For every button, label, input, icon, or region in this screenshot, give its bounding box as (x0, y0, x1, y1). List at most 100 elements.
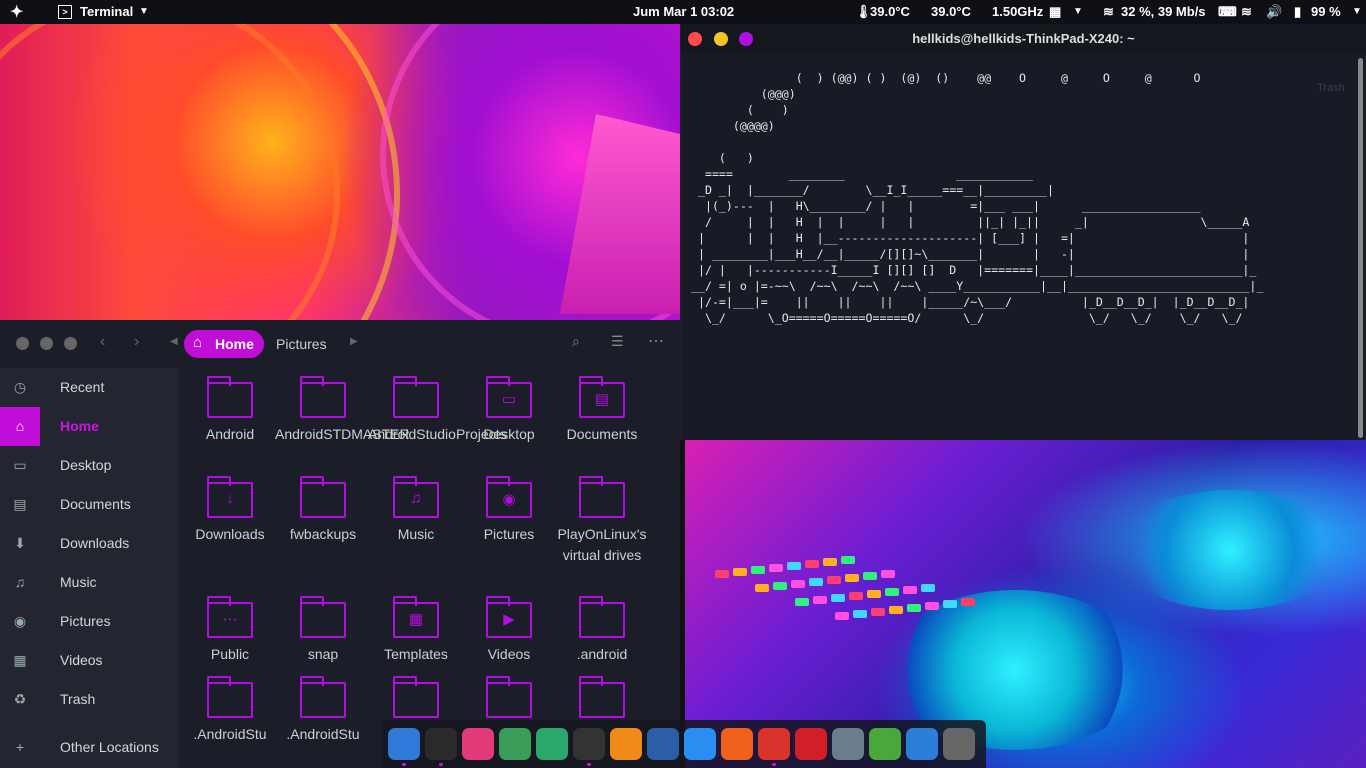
folder-item[interactable]: .AndroidStu (275, 668, 371, 745)
power-chevron-icon[interactable]: ▼ (1352, 6, 1362, 17)
sidebar-item-documents[interactable]: ▤ Documents (0, 485, 178, 524)
terminal-titlebar[interactable]: hellkids@hellkids-ThinkPad-X240: ~ (681, 24, 1366, 54)
folder-item[interactable]: .AndroidStu (182, 668, 278, 745)
folder-icon: ♫ (393, 476, 439, 518)
back-icon[interactable]: ‹ (100, 333, 105, 351)
temp-reading-2[interactable]: 39.0°C (931, 4, 971, 19)
path-next-icon[interactable]: ▶ (350, 336, 358, 347)
app-store-icon[interactable] (684, 728, 716, 760)
path-pictures-label: Pictures (276, 336, 327, 352)
mixer-pad (795, 598, 809, 606)
wifi-status-icon[interactable]: ≋ (1241, 4, 1252, 20)
folder-icon: ⋯ (207, 596, 253, 638)
net-speed[interactable]: 32 %, 39 Mb/s (1121, 4, 1206, 19)
folder-item[interactable]: ♫ Music (368, 468, 464, 545)
folder-glyph: ◉ (502, 491, 516, 508)
terminal-icon[interactable] (425, 728, 457, 760)
path-pictures-button[interactable]: Pictures (266, 330, 346, 358)
folder-item[interactable]: ▦ Templates (368, 588, 464, 665)
clock[interactable]: Jum Mar 1 03:02 (633, 4, 734, 19)
sidebar-item-other-locations[interactable]: + Other Locations (0, 728, 178, 767)
folder-name: .AndroidStu (193, 726, 267, 742)
forward-icon[interactable]: › (134, 333, 139, 351)
folder-item[interactable] (461, 668, 557, 724)
folder-name: AndroidSTDMASTER (275, 426, 410, 442)
terminal-scrollbar[interactable] (1358, 58, 1363, 438)
screenshot-icon[interactable] (832, 728, 864, 760)
opera-icon[interactable] (795, 728, 827, 760)
firefox-icon[interactable] (721, 728, 753, 760)
path-home-button[interactable]: ⌂ Home (184, 330, 264, 358)
finder-icon[interactable] (388, 728, 420, 760)
file-manager-window[interactable]: ‹ › ◀ ⌂ Home Pictures ▶ ⌕ ☰ ⋯ ◷ Recent ⌂ Ho… (0, 320, 680, 768)
terminal-window[interactable]: hellkids@hellkids-ThinkPad-X240: ~ Trash… (680, 24, 1366, 440)
battery-icon[interactable]: ▮ (1294, 4, 1301, 20)
folder-icon (300, 376, 346, 418)
list-view-icon[interactable]: ☰ (611, 333, 624, 350)
folder-item[interactable]: AndroidSTDMASTER (275, 368, 410, 445)
folder-item[interactable]: AndroidStudioProjects (368, 368, 507, 445)
browser-icon[interactable] (647, 728, 679, 760)
cpu-freq[interactable]: 1.50GHz (992, 4, 1043, 19)
minimize-button[interactable] (40, 337, 53, 350)
sidebar-item-desktop[interactable]: ▭ Desktop (0, 446, 178, 485)
sidebar-item-home[interactable]: ⌂ Home (0, 407, 178, 446)
freq-chevron-icon[interactable]: ▼ (1073, 6, 1083, 17)
folder-item[interactable]: .android (554, 588, 650, 665)
mixer-pad (755, 584, 769, 592)
keyboard-icon[interactable]: ⌨ (1218, 4, 1237, 20)
folder-name: Public (210, 646, 250, 662)
folder-item[interactable]: ▤ Documents (554, 368, 650, 445)
volume-icon[interactable]: 🔊 (1266, 4, 1282, 20)
mixer-pad (733, 568, 747, 576)
mixer-pad (841, 556, 855, 564)
temp-reading-1[interactable]: 39.0°C (870, 4, 910, 19)
itunes-icon[interactable] (462, 728, 494, 760)
search-icon[interactable]: ⌕ (572, 333, 580, 350)
sidebar-item-trash[interactable]: ♻ Trash (0, 680, 178, 719)
android-studio-icon[interactable] (499, 728, 531, 760)
close-button[interactable] (16, 337, 29, 350)
terminal-output[interactable]: ( ) (@@) ( ) (@) () @@ O @ O @ O (@@@) (… (691, 70, 1263, 326)
menu-icon[interactable]: ⋯ (648, 331, 664, 351)
app-menu-chevron-icon[interactable]: ▼ (139, 6, 149, 17)
compass-icon[interactable] (573, 728, 605, 760)
activities-icon[interactable]: ✦ (10, 2, 23, 22)
folder-item[interactable] (554, 668, 650, 724)
mixer-pad (845, 574, 859, 582)
mixer-pad (805, 560, 819, 568)
folder-item[interactable]: snap (275, 588, 371, 665)
files-icon[interactable] (906, 728, 938, 760)
mixer-pad (827, 576, 841, 584)
cpu-icon: ▦ (1049, 4, 1062, 19)
app-menu-label[interactable]: Terminal (80, 4, 133, 19)
folder-item[interactable]: fwbackups (275, 468, 371, 545)
downloader-icon[interactable] (869, 728, 901, 760)
battery-level[interactable]: 99 % (1311, 4, 1341, 19)
chrome-icon[interactable] (758, 728, 790, 760)
sidebar-item-music[interactable]: ♫ Music (0, 563, 178, 602)
sidebar-item-videos[interactable]: ▦ Videos (0, 641, 178, 680)
file-grid[interactable]: Android AndroidSTDMASTER AndroidStudioProj… (178, 368, 680, 768)
running-indicator (402, 763, 406, 766)
mixer-pad (787, 562, 801, 570)
mixer-pad (849, 592, 863, 600)
atom-icon[interactable] (536, 728, 568, 760)
settings-icon[interactable] (943, 728, 975, 760)
folder-item[interactable]: ↓ Downloads (182, 468, 278, 545)
sidebar-item-downloads[interactable]: ⬇ Downloads (0, 524, 178, 563)
folder-item[interactable]: PlayOnLinux's virtual drives (554, 468, 650, 566)
folder-item[interactable]: ◉ Pictures (461, 468, 557, 545)
folder-icon: ▶ (486, 596, 532, 638)
folder-item[interactable]: ▶ Videos (461, 588, 557, 665)
path-prev-icon[interactable]: ◀ (170, 336, 178, 347)
sidebar-item-label: Downloads (60, 535, 130, 551)
folder-item[interactable]: ▭ Desktop (461, 368, 557, 445)
vlc-icon[interactable] (610, 728, 642, 760)
folder-item[interactable]: Android (182, 368, 278, 445)
folder-item[interactable] (368, 668, 464, 724)
folder-item[interactable]: ⋯ Public (182, 588, 278, 665)
maximize-button[interactable] (64, 337, 77, 350)
sidebar-item-pictures[interactable]: ◉ Pictures (0, 602, 178, 641)
sidebar-item-recent[interactable]: ◷ Recent (0, 368, 178, 407)
